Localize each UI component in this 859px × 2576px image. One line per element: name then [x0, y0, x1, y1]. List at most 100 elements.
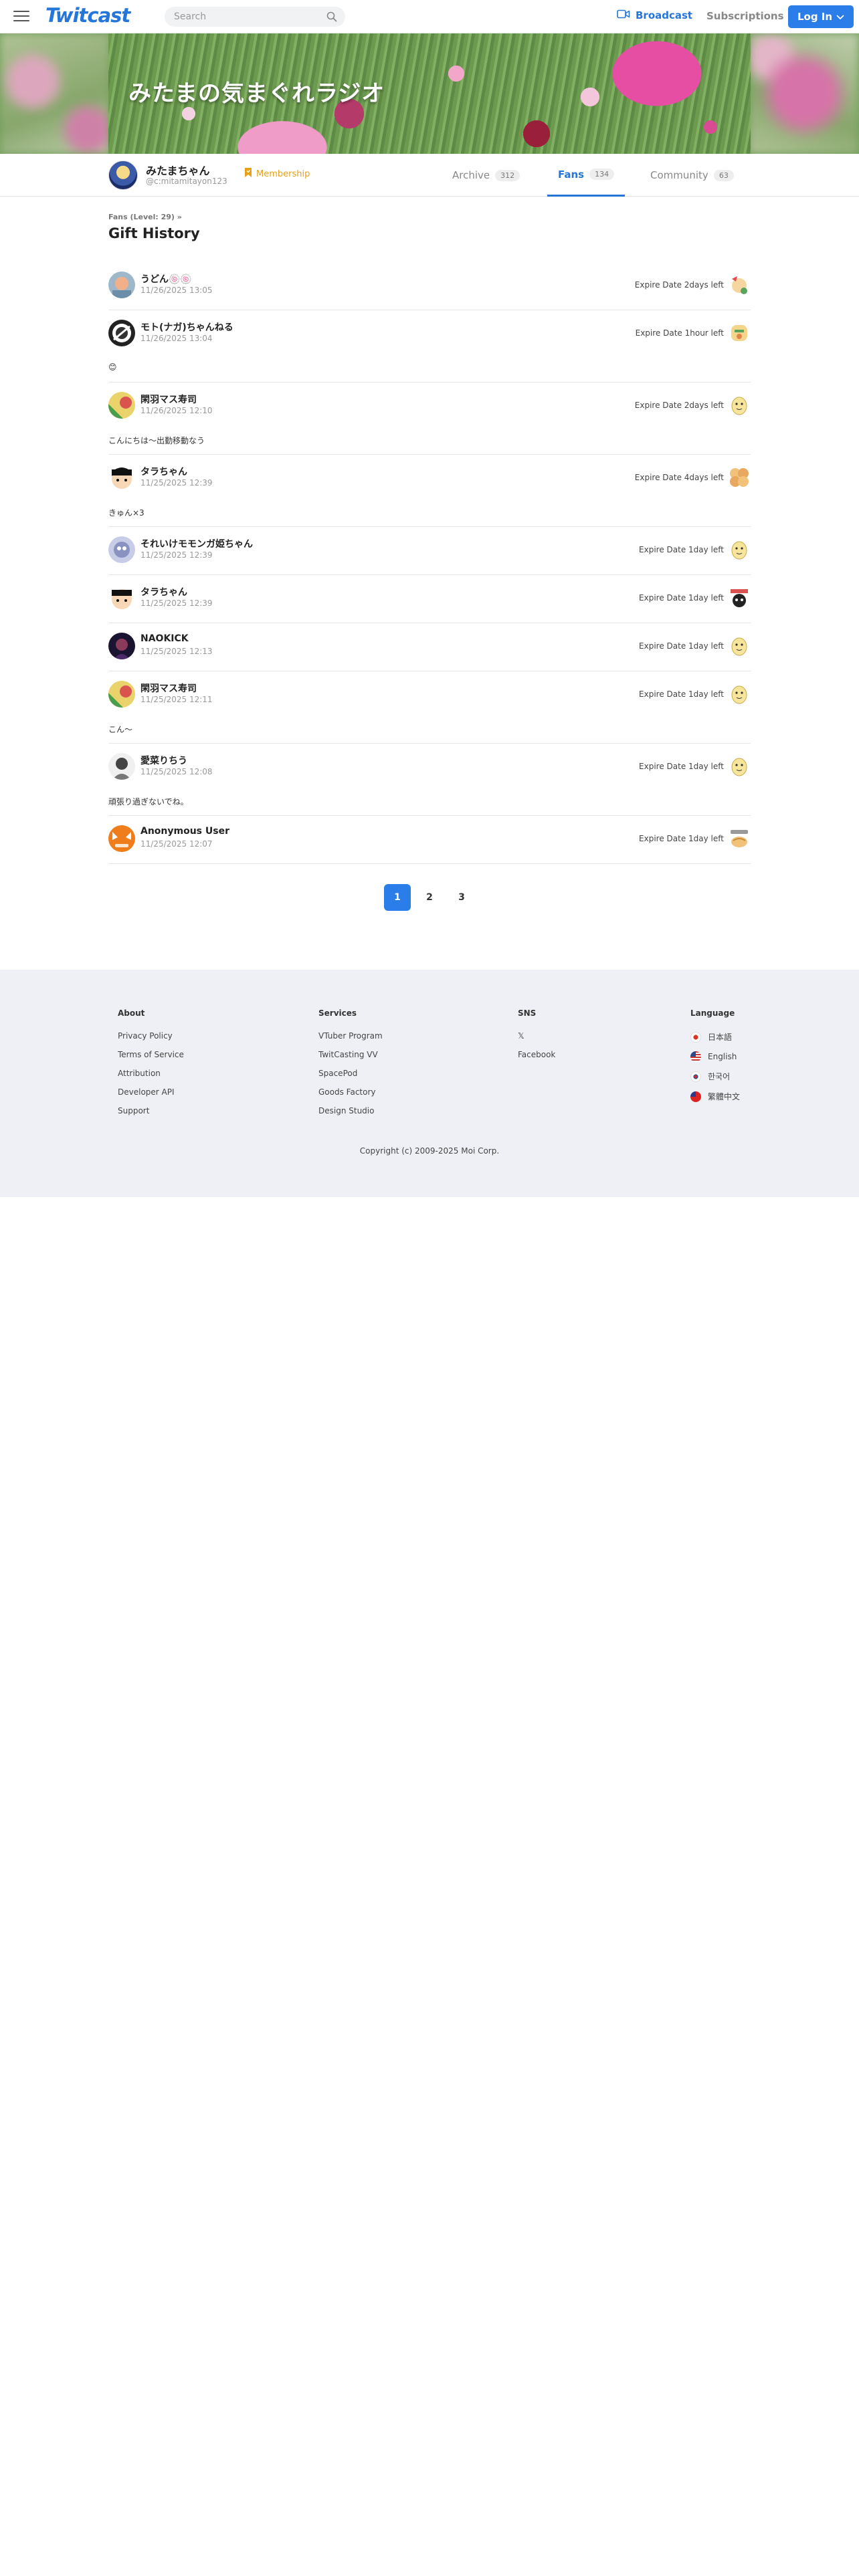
user-name[interactable]: Anonymous User	[140, 826, 229, 837]
breadcrumb[interactable]: Fans (Level: 29) »	[108, 213, 182, 221]
language-korean[interactable]: 한국어	[690, 1071, 740, 1082]
search-input[interactable]	[174, 11, 321, 22]
user-avatar[interactable]	[108, 825, 135, 852]
gift-time: 11/25/2025 12:39	[140, 478, 213, 488]
gift-item-icon	[728, 274, 751, 296]
gift-time: 11/25/2025 12:39	[140, 599, 213, 608]
footer-sns-title: SNS	[518, 1008, 537, 1018]
expire-date: Expire Date 1hour left	[635, 328, 724, 338]
user-name[interactable]: タラちゃん	[140, 585, 187, 599]
privacy-policy-link[interactable]: Privacy Policy	[118, 1031, 184, 1041]
facebook-link[interactable]: Facebook	[518, 1050, 555, 1059]
language-label: English	[708, 1052, 737, 1061]
profile-bar: みたまちゃん @c:mitamitayon123 Membership Arch…	[0, 154, 859, 197]
broadcast-button[interactable]: Broadcast	[617, 9, 692, 21]
gift-item-icon	[728, 755, 751, 778]
copyright: Copyright (c) 2009-2025 Moi Corp.	[359, 1146, 500, 1156]
expire-date: Expire Date 4days left	[634, 473, 724, 482]
membership-button[interactable]: Membership	[244, 167, 310, 181]
developer-api-link[interactable]: Developer API	[118, 1087, 184, 1097]
footer-about-title: About	[118, 1008, 145, 1018]
gift-time: 11/25/2025 12:13	[140, 647, 213, 656]
user-name[interactable]: うどん🍥🍥	[140, 272, 192, 286]
user-name[interactable]: 閑羽マス寿司	[140, 393, 197, 406]
user-avatar[interactable]	[108, 633, 135, 659]
language-traditional-chinese[interactable]: 繁體中文	[690, 1091, 740, 1102]
tab-community-count: 63	[713, 169, 734, 181]
site-logo[interactable]: Twitcast	[45, 4, 130, 27]
user-avatar[interactable]	[108, 753, 135, 780]
channel-avatar[interactable]	[108, 160, 138, 190]
x-link[interactable]: 𝕏	[518, 1031, 555, 1041]
spacepod-link[interactable]: SpacePod	[318, 1069, 383, 1078]
gift-message: きゅん×3	[108, 508, 145, 518]
tab-archive[interactable]: Archive 312	[452, 154, 520, 197]
gift-item-icon	[728, 466, 751, 489]
gift-row: 愛菜りちう 11/25/2025 12:08 Expire Date 1day …	[108, 744, 751, 816]
language-label: 日本語	[708, 1033, 733, 1042]
taiwan-flag-icon	[690, 1091, 701, 1102]
tab-community-label: Community	[650, 169, 708, 181]
banner-title: みたまの気まぐれラジオ	[128, 80, 385, 107]
user-avatar[interactable]	[108, 392, 135, 419]
menu-icon[interactable]	[13, 9, 29, 23]
search-icon[interactable]	[326, 11, 337, 25]
gift-row: それいけモモンガ姫ちゃん 11/25/2025 12:39 Expire Dat…	[108, 527, 751, 575]
us-flag-icon	[690, 1051, 701, 1062]
user-avatar[interactable]	[108, 584, 135, 611]
expire-date: Expire Date 1day left	[639, 762, 724, 771]
terms-link[interactable]: Terms of Service	[118, 1050, 184, 1059]
support-link[interactable]: Support	[118, 1106, 184, 1115]
subscriptions-link[interactable]: Subscriptions	[706, 10, 784, 22]
user-avatar[interactable]	[108, 320, 135, 346]
goods-factory-link[interactable]: Goods Factory	[318, 1087, 383, 1097]
japan-flag-icon	[690, 1031, 701, 1043]
page-1-button[interactable]: 1	[384, 884, 411, 911]
expire-date: Expire Date 2days left	[634, 280, 724, 290]
banner-blur-left	[0, 33, 110, 154]
user-avatar[interactable]	[108, 464, 135, 491]
tab-fans[interactable]: Fans 134	[547, 154, 626, 197]
chevron-down-icon	[836, 11, 844, 23]
gift-row: 閑羽マス寿司 11/26/2025 12:10 Expire Date 2day…	[108, 383, 751, 455]
footer-about: About Privacy Policy Terms of Service At…	[118, 1008, 184, 1125]
channel-banner: みたまの気まぐれラジオ	[0, 33, 859, 154]
pagination: 1 2 3	[384, 884, 475, 911]
channel-name[interactable]: みたまちゃん	[146, 162, 210, 178]
user-name[interactable]: 閑羽マス寿司	[140, 681, 197, 695]
footer-language-title: Language	[690, 1008, 735, 1018]
gift-item-icon	[728, 827, 751, 850]
design-studio-link[interactable]: Design Studio	[318, 1106, 383, 1115]
vtuber-program-link[interactable]: VTuber Program	[318, 1031, 383, 1041]
gift-item-icon	[728, 586, 751, 609]
banner-blur-right	[749, 33, 859, 154]
tab-archive-label: Archive	[452, 169, 490, 181]
expire-date: Expire Date 1day left	[639, 545, 724, 554]
page-3-button[interactable]: 3	[448, 884, 475, 911]
tab-community[interactable]: Community 63	[650, 154, 734, 197]
gift-message: 頑張り過ぎないでね。	[108, 797, 189, 807]
user-avatar[interactable]	[108, 681, 135, 708]
korea-flag-icon	[690, 1071, 701, 1082]
tab-fans-label: Fans	[558, 168, 585, 181]
gift-row: タラちゃん 11/25/2025 12:39 Expire Date 1day …	[108, 575, 751, 623]
page-2-button[interactable]: 2	[416, 884, 443, 911]
footer-services-title: Services	[318, 1008, 357, 1018]
user-name[interactable]: モト(ナガ)ちゃんねる	[140, 320, 233, 334]
attribution-link[interactable]: Attribution	[118, 1069, 184, 1078]
user-avatar[interactable]	[108, 272, 135, 298]
user-name[interactable]: NAOKICK	[140, 633, 189, 644]
language-japanese[interactable]: 日本語	[690, 1031, 740, 1043]
twitcasting-vv-link[interactable]: TwitCasting VV	[318, 1050, 383, 1059]
footer-services: Services VTuber Program TwitCasting VV S…	[318, 1008, 383, 1125]
login-button[interactable]: Log In	[788, 5, 854, 28]
language-english[interactable]: English	[690, 1051, 740, 1062]
search-box[interactable]	[165, 7, 345, 27]
page-title: Gift History	[108, 225, 200, 241]
user-name[interactable]: それいけモモンガ姫ちゃん	[140, 537, 253, 550]
user-avatar[interactable]	[108, 536, 135, 563]
user-name[interactable]: 愛菜りちう	[140, 754, 187, 767]
user-name[interactable]: タラちゃん	[140, 465, 187, 478]
gift-row: 閑羽マス寿司 11/25/2025 12:11 Expire Date 1day…	[108, 671, 751, 744]
gift-message: こんにちは〜出勤移動なう	[108, 436, 205, 445]
